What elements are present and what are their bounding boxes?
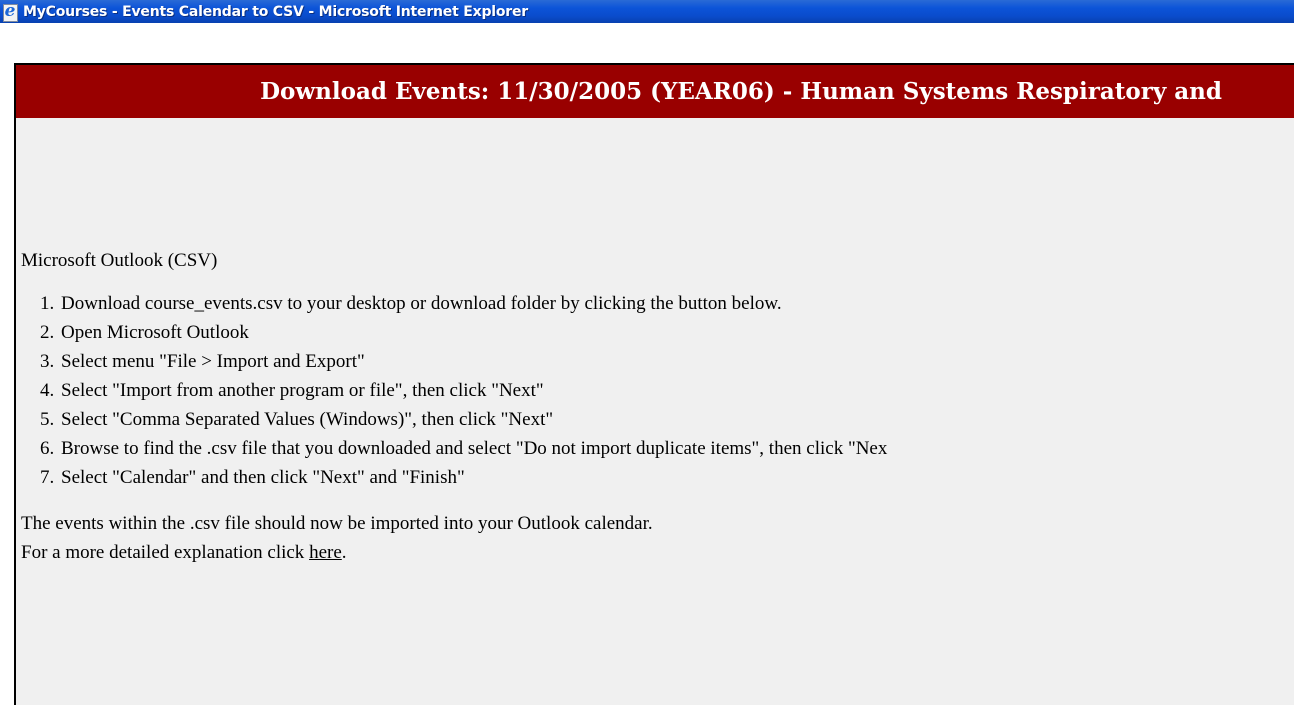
window-title: MyCourses - Events Calendar to CSV - Mic… bbox=[23, 3, 529, 20]
explanation-period: . bbox=[341, 542, 347, 563]
window-titlebar[interactable]: e MyCourses - Events Calendar to CSV - M… bbox=[0, 0, 1294, 23]
here-link[interactable]: here bbox=[309, 542, 342, 563]
list-item: Select menu "File > Import and Export" bbox=[59, 347, 1294, 376]
list-item: Select "Comma Separated Values (Windows)… bbox=[59, 405, 1294, 434]
section-title: Microsoft Outlook (CSV) bbox=[21, 250, 218, 271]
list-item: Open Microsoft Outlook bbox=[59, 318, 1294, 347]
list-item: Browse to find the .csv file that you do… bbox=[59, 434, 1294, 463]
explanation-line: For a more detailed explanation click he… bbox=[21, 538, 1294, 567]
list-item: Download course_events.csv to your deskt… bbox=[59, 289, 1294, 318]
list-item: Select "Calendar" and then click "Next" … bbox=[59, 463, 1294, 492]
events-download-panel: Download Events: 11/30/2005 (YEAR06) - H… bbox=[14, 63, 1294, 705]
internet-explorer-icon[interactable]: e bbox=[1, 1, 19, 22]
instructions: Microsoft Outlook (CSV) Download course_… bbox=[16, 246, 1294, 567]
explanation-text: For a more detailed explanation click bbox=[21, 542, 310, 563]
list-item: Select "Import from another program or f… bbox=[59, 376, 1294, 405]
page-header: Download Events: 11/30/2005 (YEAR06) - H… bbox=[16, 65, 1294, 118]
page-title: Download Events: 11/30/2005 (YEAR06) - H… bbox=[260, 78, 1222, 105]
import-note: The events within the .csv file should n… bbox=[21, 513, 653, 534]
page-top-margin bbox=[0, 23, 1294, 63]
steps-list: Download course_events.csv to your deskt… bbox=[21, 289, 1294, 492]
